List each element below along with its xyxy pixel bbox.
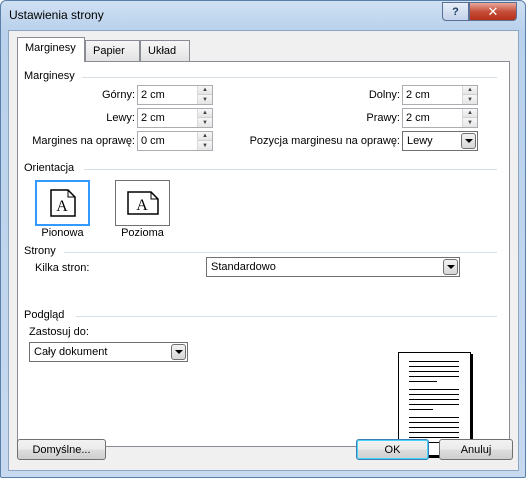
dropdown-button[interactable] [461,133,476,149]
chevron-down-icon [446,265,455,269]
close-button[interactable]: ✕ [469,2,517,21]
spin-up-icon[interactable]: ▲ [198,132,212,141]
preview-text-line [409,394,459,395]
chevron-down-icon [174,350,183,354]
spinner-arrows: ▲ ▼ [197,132,212,150]
page-glyph: A [136,197,148,214]
preview-text-line [409,427,459,428]
spin-down-icon[interactable]: ▼ [198,95,212,104]
bottom-margin-label: Dolny: [368,89,400,101]
pages-section-label: Strony [24,245,56,257]
portrait-label[interactable]: Pionowa [35,227,90,239]
help-button[interactable]: ? [442,2,469,21]
dropdown-button[interactable] [443,259,458,275]
section-divider [64,252,497,253]
tab-papier[interactable]: Papier [85,40,140,61]
page-glyph: A [56,198,68,215]
top-margin-value[interactable]: 2 cm [141,89,165,101]
gutter-value[interactable]: 0 cm [141,135,165,147]
cancel-button[interactable]: Anuluj [439,439,513,460]
gutter-spinner[interactable]: 0 cm ▲ ▼ [137,131,213,151]
right-margin-value[interactable]: 2 cm [406,112,430,124]
landscape-label[interactable]: Pozioma [115,227,170,239]
preview-text-line [409,366,459,367]
gutter-position-label: Pozycja marginesu na oprawę: [249,135,400,147]
tab-label: Papier [93,45,125,57]
orientation-section-label: Orientacja [24,162,75,174]
window-title: Ustawienia strony [9,8,104,22]
preview-text-line [409,417,459,418]
close-icon: ✕ [487,3,499,19]
spinner-arrows: ▲ ▼ [462,109,477,127]
spinner-arrows: ▲ ▼ [462,86,477,104]
spinner-arrows: ▲ ▼ [197,86,212,104]
tab-label: Układ [148,45,177,57]
spin-up-icon[interactable]: ▲ [463,86,477,95]
bottom-margin-value[interactable]: 2 cm [406,89,430,101]
cancel-button-label: Anuluj [460,443,492,456]
left-margin-spinner[interactable]: 2 cm ▲ ▼ [137,108,213,128]
portrait-page-icon: A [49,189,76,217]
tab-panel-margins: Marginesy Górny: 2 cm ▲ ▼ Dolny: 2 cm ▲ … [17,61,510,456]
top-margin-spinner[interactable]: 2 cm ▲ ▼ [137,85,213,105]
preview-text-line [409,409,433,410]
left-margin-label: Lewy: [106,112,135,124]
spin-down-icon[interactable]: ▼ [463,95,477,104]
apply-to-select[interactable]: Cały dokument [29,342,188,362]
default-button-label: Domyślne... [32,443,91,456]
page-setup-dialog: Ustawienia strony ? ✕ Marginesy Papier U… [0,0,526,478]
right-margin-spinner[interactable]: 2 cm ▲ ▼ [402,108,478,128]
section-divider [82,77,497,78]
preview-text-line [409,371,459,372]
preview-text-line [409,399,459,400]
apply-to-label: Zastosuj do: [29,326,89,338]
top-margin-label: Górny: [101,89,135,101]
margins-section-label: Marginesy [24,70,75,82]
multiple-pages-value: Standardowo [211,261,276,273]
preview-text-line [409,432,459,433]
section-divider [76,316,497,317]
spin-up-icon[interactable]: ▲ [463,109,477,118]
gutter-position-value: Lewy [407,135,433,147]
preview-text-line [409,389,459,390]
tab-uklad[interactable]: Układ [140,40,190,61]
portrait-orientation-button[interactable]: A [35,180,90,226]
gutter-label: Margines na oprawę: [32,135,135,147]
spin-up-icon[interactable]: ▲ [198,109,212,118]
landscape-orientation-button[interactable]: A [115,180,170,226]
multiple-pages-select[interactable]: Standardowo [206,257,460,277]
title-bar[interactable]: Ustawienia strony ? ✕ [1,1,525,29]
preview-text-line [409,361,459,362]
preview-section-label: Podgląd [24,309,65,321]
gutter-position-select[interactable]: Lewy [402,131,478,151]
multiple-pages-label: Kilka stron: [35,262,90,274]
default-button[interactable]: Domyślne... [17,439,106,460]
spin-down-icon[interactable]: ▼ [198,141,212,150]
tab-label: Marginesy [25,42,76,54]
chevron-down-icon [464,139,473,143]
spin-down-icon[interactable]: ▼ [198,118,212,127]
section-divider [84,169,497,170]
apply-to-value: Cały dokument [34,346,108,358]
dialog-body: Marginesy Papier Układ Marginesy Górny: … [8,30,519,471]
preview-text-line [409,422,459,423]
help-icon: ? [452,5,459,18]
spinner-arrows: ▲ ▼ [197,109,212,127]
ok-button[interactable]: OK [356,439,429,460]
landscape-page-icon: A [126,191,159,215]
tab-marginesy[interactable]: Marginesy [17,37,85,62]
dropdown-button[interactable] [171,344,186,360]
spin-up-icon[interactable]: ▲ [198,86,212,95]
spin-down-icon[interactable]: ▼ [463,118,477,127]
ok-button-label: OK [384,443,401,456]
left-margin-value[interactable]: 2 cm [141,112,165,124]
preview-text-line [409,381,437,382]
right-margin-label: Prawy: [366,112,400,124]
preview-text-line [409,437,459,438]
preview-text-line [409,376,459,377]
bottom-margin-spinner[interactable]: 2 cm ▲ ▼ [402,85,478,105]
preview-text-line [409,404,459,405]
